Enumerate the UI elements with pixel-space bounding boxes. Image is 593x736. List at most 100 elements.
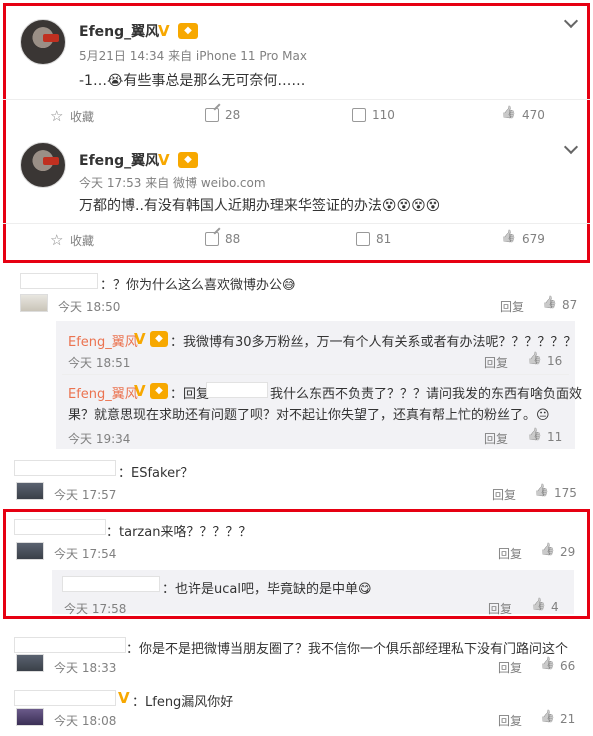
thumbs-up-icon	[502, 232, 516, 246]
avatar[interactable]	[16, 482, 44, 500]
like-button[interactable]: 470	[502, 108, 545, 122]
post-text: -1…😭有些事总是那么无可奈何……	[79, 73, 306, 89]
avatar[interactable]	[20, 19, 66, 65]
comment-like-button[interactable]: 87	[543, 298, 577, 312]
like-button[interactable]: 679	[502, 232, 545, 246]
thumbs-up-icon	[541, 712, 555, 726]
post-meta: 5月21日 14:34 来自 iPhone 11 Pro Max	[79, 49, 307, 63]
verified-icon: V	[158, 151, 170, 169]
redacted-username	[14, 519, 106, 535]
sub-reply-text: ：也许是ucal吧，毕竟缺的是中单😋	[162, 582, 372, 597]
redacted-username	[14, 460, 116, 476]
reply-button[interactable]: 回复	[484, 354, 508, 371]
comment-text: ：？你为什么这么喜欢微博办公😅	[100, 278, 296, 293]
thumbs-up-icon	[543, 298, 557, 312]
comment-1: ：？你为什么这么喜欢微博办公😅 今天 18:50 回复 87 Efeng_翼风 …	[0, 268, 593, 458]
reply-button[interactable]: 回复	[500, 298, 524, 315]
divider	[3, 223, 590, 224]
collect-button[interactable]: 收藏	[50, 107, 94, 125]
sub-reply-text: 果？就意思现在求助还有问题了呗？对不起让你失望了，还真有帮上忙的粉丝了。😐	[68, 408, 550, 423]
comment-time: 今天 18:50	[58, 300, 121, 314]
divider	[62, 374, 569, 375]
comment-time: 今天 17:57	[54, 488, 117, 502]
reply-button[interactable]: 回复	[498, 545, 522, 562]
reply-button[interactable]: 回复	[492, 486, 516, 503]
verified-icon: V	[158, 22, 170, 40]
collect-button[interactable]: 收藏	[50, 231, 94, 249]
repost-icon	[205, 232, 219, 246]
thumbs-up-icon	[535, 486, 549, 500]
chevron-down-icon[interactable]	[563, 13, 579, 29]
level-badge-icon: ◆	[178, 23, 198, 39]
redacted-username	[14, 637, 126, 653]
comment-icon	[356, 232, 370, 246]
comment-time: 今天 18:51	[68, 356, 131, 370]
avatar[interactable]	[16, 542, 44, 560]
comment-icon	[352, 108, 366, 122]
repost-button[interactable]: 28	[205, 108, 240, 122]
comment-time: 今天 19:34	[68, 432, 131, 446]
verified-icon: V	[134, 382, 146, 400]
thumbs-up-icon	[528, 354, 542, 368]
post-text: 万都的博..有没有韩国人近期办理来华签证的办法😵😵😵😵	[79, 198, 441, 214]
sub-reply-user[interactable]: Efeng_翼风	[68, 383, 138, 402]
level-badge-icon: ◆	[178, 152, 198, 168]
comment-like-button[interactable]: 4	[532, 600, 559, 614]
avatar[interactable]	[16, 654, 44, 672]
level-badge-icon: ◆	[150, 331, 168, 347]
reply-button[interactable]: 回复	[498, 712, 522, 729]
avatar[interactable]	[20, 142, 66, 188]
thumbs-up-icon	[502, 108, 516, 122]
comment-time: 今天 18:33	[54, 661, 117, 675]
comment-time: 今天 18:08	[54, 714, 117, 728]
thumbs-up-icon	[541, 659, 555, 673]
comment-like-button[interactable]: 29	[541, 545, 575, 559]
avatar[interactable]	[16, 708, 44, 726]
post-1: Efeng_翼风 V ◆ 5月21日 14:34 来自 iPhone 11 Pr…	[0, 0, 593, 128]
avatar[interactable]	[20, 294, 48, 312]
comment-like-button[interactable]: 66	[541, 659, 575, 673]
sub-reply-text: ：回复	[170, 387, 210, 402]
comment-text: ：ESfaker？	[118, 466, 194, 481]
comment-like-button[interactable]: 175	[535, 486, 577, 500]
reply-button[interactable]: 回复	[488, 600, 512, 617]
comment-like-button[interactable]: 11	[528, 430, 562, 444]
sub-reply-user[interactable]: Efeng_翼风	[68, 331, 138, 350]
thumbs-up-icon	[528, 430, 542, 444]
reply-button[interactable]: 回复	[484, 430, 508, 447]
post-2: Efeng_翼风 V ◆ 今天 17:53 来自 微博 weibo.com 万都…	[0, 128, 593, 263]
redacted-username	[14, 690, 116, 706]
thumbs-up-icon	[541, 545, 555, 559]
comment-like-button[interactable]: 16	[528, 354, 562, 368]
post-username[interactable]: Efeng_翼风	[79, 21, 159, 41]
repost-icon	[205, 108, 219, 122]
comment-like-button[interactable]: 21	[541, 712, 575, 726]
comment-time: 今天 17:58	[64, 602, 127, 616]
redacted-username	[206, 382, 268, 398]
repost-button[interactable]: 88	[205, 232, 240, 246]
star-icon	[50, 231, 64, 249]
comment-5: V ：Lfeng漏风你好 今天 18:08 回复 21	[0, 686, 593, 736]
star-icon	[50, 107, 64, 125]
comment-4: ：你是不是把微博当朋友圈了？我不信你一个俱乐部经理私下没有门路问这个 今天 18…	[0, 632, 593, 682]
redacted-username	[62, 576, 160, 592]
comment-2: ：ESfaker？ 今天 17:57 回复 175	[0, 456, 593, 508]
comment-time: 今天 17:54	[54, 547, 117, 561]
redacted-username	[20, 273, 98, 289]
comment-text: ：你是不是把微博当朋友圈了？我不信你一个俱乐部经理私下没有门路问这个	[126, 642, 569, 657]
comment-text: ：tarzan来咯？？？？？	[106, 525, 252, 540]
divider	[3, 99, 590, 100]
comment-button[interactable]: 81	[356, 232, 391, 246]
post-username[interactable]: Efeng_翼风	[79, 150, 159, 170]
thumbs-up-icon	[532, 600, 546, 614]
comment-text: ：Lfeng漏风你好	[132, 695, 234, 710]
comment-3: ：tarzan来咯？？？？？ 今天 17:54 回复 29 ：也许是ucal吧，…	[0, 512, 593, 618]
sub-reply-text: ：我微博有30多万粉丝，万一有个人有关系或者有办法呢？？？？？？	[170, 335, 577, 350]
chevron-down-icon[interactable]	[563, 139, 579, 155]
level-badge-icon: ◆	[150, 383, 168, 399]
reply-button[interactable]: 回复	[498, 659, 522, 676]
post-meta: 今天 17:53 来自 微博 weibo.com	[79, 176, 266, 190]
sub-reply-text: 我什么东西不负责了？？？请问我发的东西有啥负面效	[270, 387, 583, 402]
comment-button[interactable]: 110	[352, 108, 395, 122]
verified-icon: V	[134, 330, 146, 348]
